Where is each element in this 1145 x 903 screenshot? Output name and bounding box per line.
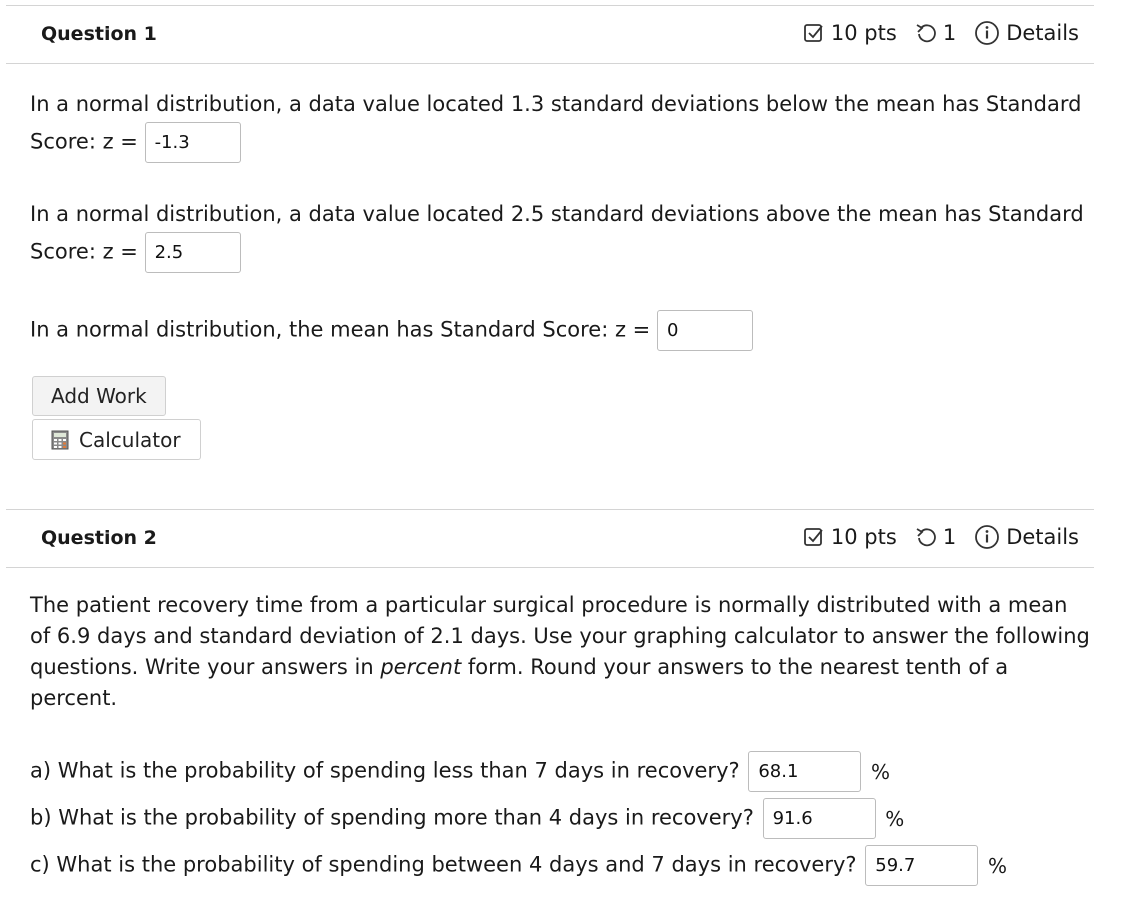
details-link[interactable]: Details — [1006, 21, 1079, 45]
prompt-line-1: The patient recovery time from a particu… — [30, 593, 1068, 617]
calculator-label: Calculator — [79, 427, 181, 452]
part-c-line: c) What is the probability of spending b… — [30, 845, 1007, 886]
percent-sign: % — [871, 759, 891, 784]
attempts-count: 1 — [942, 525, 957, 549]
points-label: 10 pts — [830, 525, 897, 549]
prompt-line-3a: questions. Write your answers in — [30, 655, 381, 679]
question-1: Question 1 10 pts 1 Details In a normal … — [6, 5, 1094, 460]
part1-line: Score: z = -1.3 — [30, 122, 241, 163]
part-a-answer-input[interactable]: 68.1 — [748, 751, 862, 792]
part-a-line: a) What is the probability of spending l… — [30, 751, 890, 792]
question-1-header: Question 1 10 pts 1 Details — [6, 5, 1094, 64]
prompt-emphasis: percent — [380, 655, 462, 679]
percent-sign: % — [987, 853, 1007, 878]
prompt-line-4: percent. — [30, 686, 118, 710]
part1-text: In a normal distribution, a data value l… — [30, 92, 1082, 116]
part2-text: In a normal distribution, a data value l… — [30, 202, 1084, 226]
checkbox-check-icon — [803, 526, 825, 548]
prompt-line-3b: form. Round your answers to the nearest … — [461, 655, 1009, 679]
part2-line: Score: z = 2.5 — [30, 232, 241, 273]
retry-icon — [915, 22, 937, 44]
retry-icon — [915, 526, 937, 548]
part-b-text: b) What is the probability of spending m… — [30, 805, 754, 830]
part2-answer-input[interactable]: 2.5 — [144, 232, 241, 273]
prompt-line-3: questions. Write your answers in percent… — [30, 652, 1090, 683]
part-a-text: a) What is the probability of spending l… — [30, 758, 740, 783]
part-b-answer-input[interactable]: 91.6 — [762, 798, 876, 839]
add-work-button[interactable]: Add Work — [32, 376, 166, 416]
info-icon[interactable] — [974, 524, 1000, 550]
percent-sign: % — [885, 806, 905, 831]
part-c-answer-input[interactable]: 59.7 — [865, 845, 979, 886]
points-label: 10 pts — [830, 21, 897, 45]
prompt-line-2: of 6.9 days and standard deviation of 2.… — [30, 624, 1090, 648]
question-title: Question 1 — [41, 23, 157, 45]
part3-line: In a normal distribution, the mean has S… — [30, 310, 753, 351]
details-link[interactable]: Details — [1006, 525, 1079, 549]
part-c-text: c) What is the probability of spending b… — [30, 852, 857, 877]
part2-label: Score: z = — [30, 239, 138, 264]
add-work-label: Add Work — [51, 384, 147, 408]
attempts-count: 1 — [942, 21, 957, 45]
question-meta: 10 pts 1 Details — [803, 20, 1079, 46]
part3-answer-input[interactable]: 0 — [656, 310, 753, 351]
checkbox-check-icon — [803, 22, 825, 44]
calculator-button[interactable]: Calculator — [32, 419, 201, 460]
question-2: Question 2 10 pts 1 Details The patient … — [6, 509, 1094, 886]
part1-answer-input[interactable]: -1.3 — [144, 122, 241, 163]
info-icon[interactable] — [974, 20, 1000, 46]
part3-label: In a normal distribution, the mean has S… — [30, 317, 651, 342]
part1-label: Score: z = — [30, 129, 138, 154]
question-2-prompt: The patient recovery time from a particu… — [30, 590, 1090, 714]
question-2-header: Question 2 10 pts 1 Details — [6, 509, 1094, 568]
question-title: Question 2 — [41, 527, 157, 549]
calculator-icon — [51, 430, 69, 450]
part-b-line: b) What is the probability of spending m… — [30, 798, 904, 839]
question-meta: 10 pts 1 Details — [803, 524, 1079, 550]
